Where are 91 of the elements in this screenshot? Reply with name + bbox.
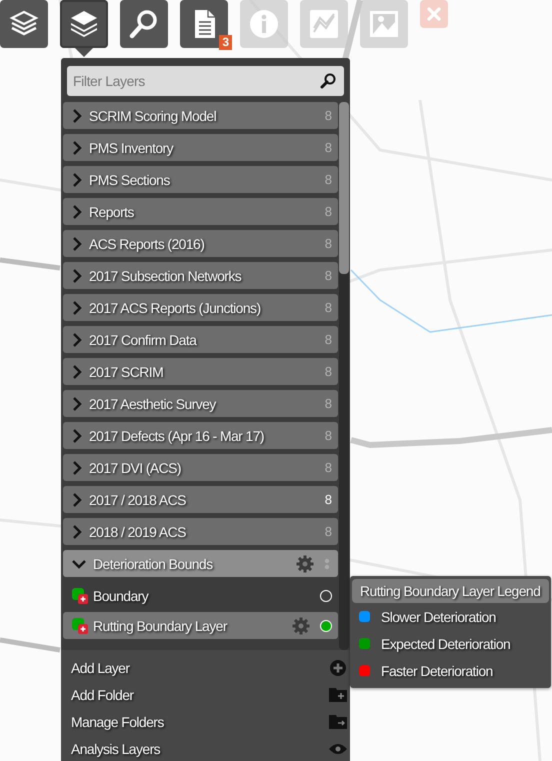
layer-folder[interactable]: ACS Reports (2016) 8 bbox=[63, 230, 338, 257]
layer-folder[interactable]: 2018 / 2019 ACS 8 bbox=[63, 518, 338, 545]
folder-count: 8 bbox=[324, 268, 332, 283]
layer-folder[interactable]: 2017 / 2018 ACS 8 bbox=[63, 486, 338, 513]
folder-count: 8 bbox=[324, 172, 332, 187]
folder-name: SCRIM Scoring Model bbox=[89, 108, 218, 124]
folder-add-icon bbox=[329, 687, 347, 702]
layer-name: Boundary bbox=[93, 588, 150, 604]
eye-icon bbox=[329, 742, 347, 754]
toolbar-button[interactable] bbox=[60, 0, 108, 48]
menu-action[interactable]: Manage Folders bbox=[61, 708, 350, 735]
legend-label: Expected Deterioration bbox=[381, 636, 512, 652]
folder-count: 8 bbox=[324, 332, 332, 347]
layer-folder[interactable]: 2017 Confirm Data 8 bbox=[63, 326, 338, 353]
chevron-right-icon bbox=[71, 396, 83, 412]
folder-count: 8 bbox=[324, 108, 332, 123]
layer-folder[interactable]: 2017 ACS Reports (Junctions) 8 bbox=[63, 294, 338, 321]
search-icon bbox=[320, 73, 336, 89]
layer-folder[interactable]: 2017 Aesthetic Survey 8 bbox=[63, 390, 338, 417]
folder-name: ACS Reports (2016) bbox=[89, 236, 206, 252]
menu-action[interactable]: Add Folder bbox=[61, 681, 350, 708]
folder-count: 8 bbox=[324, 492, 332, 507]
folder-name: 2017 Defects (Apr 16 - Mar 17) bbox=[89, 428, 265, 444]
legend-label: Faster Deterioration bbox=[381, 662, 494, 678]
chevron-right-icon bbox=[71, 524, 83, 540]
layer-folder[interactable]: 2017 Subsection Networks 8 bbox=[63, 262, 338, 289]
toolbar-button[interactable] bbox=[120, 0, 168, 48]
chevron-right-icon bbox=[71, 492, 83, 508]
chevron-right-icon bbox=[71, 140, 83, 156]
layer-folder[interactable]: PMS Inventory 8 bbox=[63, 134, 338, 161]
folder-count: 8 bbox=[324, 524, 332, 539]
folder-name: Reports bbox=[89, 204, 135, 220]
layer-icon bbox=[71, 616, 89, 634]
layer-folder[interactable]: Deterioration Bounds bbox=[63, 550, 338, 577]
handle-icon bbox=[324, 558, 330, 570]
folder-name: PMS Sections bbox=[89, 172, 171, 188]
folder-count: 8 bbox=[324, 236, 332, 251]
menu-action[interactable]: Analysis Layers bbox=[61, 735, 350, 761]
toolbar-button[interactable] bbox=[0, 0, 48, 48]
layer-item[interactable]: Rutting Boundary Layer bbox=[63, 612, 338, 639]
layer-folder[interactable]: 2017 Defects (Apr 16 - Mar 17) 8 bbox=[63, 422, 338, 449]
folder-name: 2017 Confirm Data bbox=[89, 332, 198, 348]
folder-name: Deterioration Bounds bbox=[93, 556, 214, 572]
chevron-right-icon bbox=[71, 332, 83, 348]
folder-count: 8 bbox=[324, 396, 332, 411]
folder-count: 8 bbox=[324, 364, 332, 379]
layer-folder[interactable]: PMS Sections 8 bbox=[63, 166, 338, 193]
folder-name: 2017 DVI (ACS) bbox=[89, 460, 182, 476]
chevron-right-icon bbox=[71, 268, 83, 284]
folder-name: 2017 SCRIM bbox=[89, 364, 164, 380]
chevron-right-icon bbox=[71, 460, 83, 476]
scrollbar[interactable] bbox=[339, 102, 349, 650]
chevron-right-icon bbox=[71, 204, 83, 220]
layer-icon bbox=[71, 586, 89, 604]
folder-count: 8 bbox=[324, 460, 332, 475]
layer-item[interactable]: Boundary bbox=[63, 582, 338, 609]
folder-name: 2017 Aesthetic Survey bbox=[89, 396, 218, 412]
count-badge: 3 bbox=[219, 35, 232, 50]
chevron-right-icon bbox=[71, 300, 83, 316]
layer-folder[interactable]: 2017 SCRIM 8 bbox=[63, 358, 338, 385]
folder-name: PMS Inventory bbox=[89, 140, 174, 156]
legend-title: Rutting Boundary Layer Legend bbox=[352, 579, 549, 603]
folder-count: 8 bbox=[324, 428, 332, 443]
layers-icon bbox=[68, 8, 100, 40]
layer-name: Rutting Boundary Layer bbox=[93, 618, 228, 634]
folder-arrow-icon bbox=[329, 714, 347, 729]
chevron-right-icon bbox=[71, 236, 83, 252]
folder-name: 2017 / 2018 ACS bbox=[89, 492, 187, 508]
layer-folder[interactable]: Reports 8 bbox=[63, 198, 338, 225]
visibility-radio[interactable] bbox=[320, 620, 332, 632]
legend-label: Slower Deterioration bbox=[381, 608, 497, 624]
chevron-right-icon bbox=[71, 364, 83, 380]
info-icon bbox=[248, 8, 280, 40]
filter-field[interactable]: Filter Layers bbox=[67, 66, 344, 96]
layer-folder[interactable]: 2017 DVI (ACS) 8 bbox=[63, 454, 338, 481]
folder-count: 8 bbox=[324, 204, 332, 219]
scrollbar-thumb[interactable] bbox=[339, 102, 349, 274]
folder-count: 8 bbox=[324, 140, 332, 155]
layer-folder[interactable]: SCRIM Scoring Model 8 bbox=[63, 102, 338, 129]
image-icon bbox=[368, 8, 400, 40]
chevron-right-icon bbox=[71, 428, 83, 444]
line-chart-icon bbox=[308, 8, 340, 40]
add-icon bbox=[329, 658, 347, 676]
folder-name: 2017 Subsection Networks bbox=[89, 268, 242, 284]
chevron-right-icon bbox=[71, 172, 83, 188]
folder-name: 2018 / 2019 ACS bbox=[89, 524, 187, 540]
menu-action[interactable]: Add Layer bbox=[61, 654, 350, 681]
visibility-radio[interactable] bbox=[320, 590, 332, 602]
chevron-right-icon bbox=[71, 108, 83, 124]
folder-name: 2017 ACS Reports (Junctions) bbox=[89, 300, 262, 316]
folder-count: 8 bbox=[324, 300, 332, 315]
